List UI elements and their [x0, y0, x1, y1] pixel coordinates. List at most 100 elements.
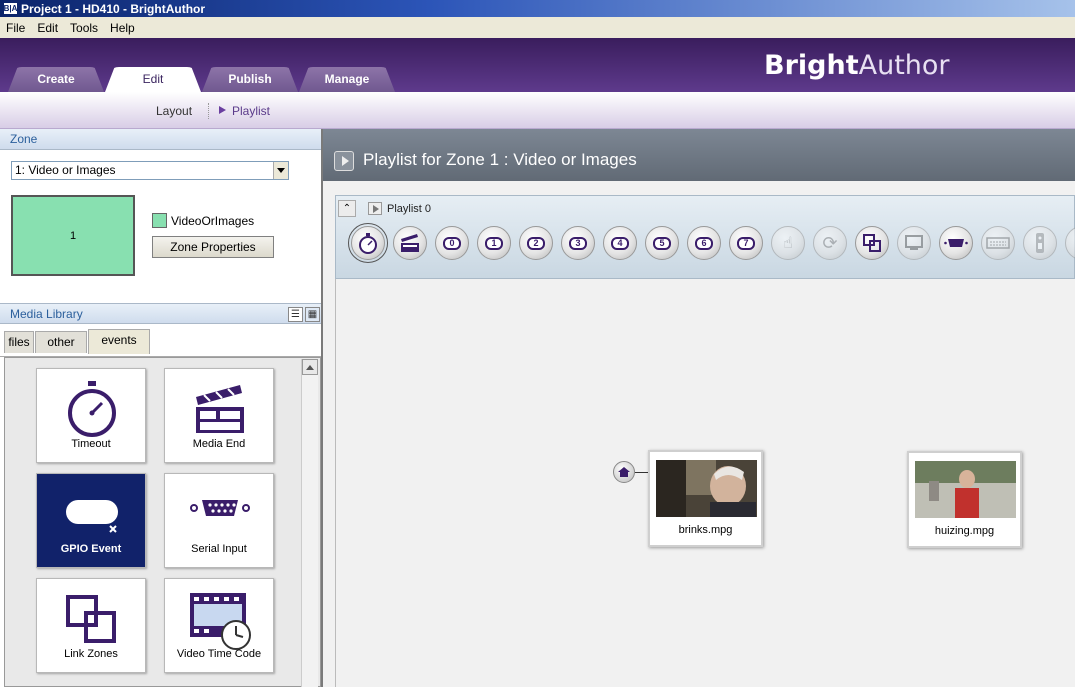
play-arrow-icon: [219, 106, 226, 114]
zone-name-label: VideoOrImages: [171, 214, 255, 228]
stopwatch-icon: [359, 233, 377, 254]
gpio-1-button[interactable]: 1: [477, 226, 511, 260]
app-logo-icon: B|A: [3, 2, 18, 15]
gpio-pill-icon: 5: [653, 236, 671, 250]
link-zones-icon: [863, 234, 881, 252]
menu-tools[interactable]: Tools: [64, 21, 104, 35]
tile-label: Link Zones: [64, 648, 118, 660]
media-library-scrollbar[interactable]: [301, 359, 318, 687]
event-tile-gpio[interactable]: GPIO Event: [36, 473, 146, 568]
refresh-event-button[interactable]: ⟳: [813, 226, 847, 260]
gpio-4-button[interactable]: 4: [603, 226, 637, 260]
subnav-playlist[interactable]: Playlist: [232, 104, 270, 118]
left-panel: Zone 1: Video or Images 1 VideoOrImages …: [0, 129, 323, 687]
app-header: BrightAuthor Create Edit Publish Manage: [0, 38, 1075, 92]
tab-edit[interactable]: Edit: [105, 67, 201, 92]
tab-other[interactable]: other: [35, 331, 87, 353]
menu-edit[interactable]: Edit: [31, 21, 64, 35]
gpio-3-button[interactable]: 3: [561, 226, 595, 260]
link-zones-icon: [66, 595, 116, 643]
tile-label: GPIO Event: [60, 543, 122, 555]
brand-logo: BrightAuthor: [764, 50, 950, 81]
zone-select[interactable]: 1: Video or Images: [11, 161, 289, 180]
playlist-icon: [368, 202, 382, 215]
grid-view-icon[interactable]: ▦: [305, 307, 320, 322]
sub-navigation: Layout Playlist: [0, 92, 1075, 129]
serial-port-icon: [190, 500, 250, 516]
event-tile-media-end[interactable]: Media End: [164, 368, 274, 463]
tab-create[interactable]: Create: [8, 67, 104, 92]
house-glyph: [618, 467, 630, 477]
tab-files[interactable]: files: [4, 331, 34, 353]
gpio-2-button[interactable]: 2: [519, 226, 553, 260]
media-state-brinks[interactable]: brinks.mpg: [648, 450, 763, 547]
gpio-pill-icon: 4: [611, 236, 629, 250]
tile-label: Video Time Code: [176, 648, 262, 660]
remote-control-icon: [1036, 233, 1044, 253]
collapse-chevron-icon[interactable]: ⌃: [338, 200, 356, 217]
tab-manage[interactable]: Manage: [299, 67, 395, 92]
gpio-7-button[interactable]: 7: [729, 226, 763, 260]
link-zones-event-button[interactable]: [855, 226, 889, 260]
more-events-button[interactable]: [1065, 226, 1075, 260]
media-label: brinks.mpg: [678, 524, 733, 536]
menu-help[interactable]: Help: [104, 21, 141, 35]
chevron-down-icon[interactable]: [273, 162, 288, 179]
gpio-6-button[interactable]: 6: [687, 226, 721, 260]
media-library-header: Media Library: [0, 303, 321, 324]
gpio-5-button[interactable]: 5: [645, 226, 679, 260]
subnav-divider: [208, 103, 209, 119]
keyboard-icon: [986, 237, 1010, 249]
event-tile-serial-input[interactable]: Serial Input: [164, 473, 274, 568]
window-titlebar: B|A Project 1 - HD410 - BrightAuthor: [0, 0, 1075, 17]
older-man-video-thumbnail: [656, 460, 757, 517]
serial-event-button[interactable]: [939, 226, 973, 260]
event-tile-link-zones[interactable]: Link Zones: [36, 578, 146, 673]
tile-label: Media End: [192, 438, 246, 450]
subnav-layout[interactable]: Layout: [156, 104, 192, 118]
tab-publish[interactable]: Publish: [202, 67, 298, 92]
touch-event-button[interactable]: ☝: [771, 226, 805, 260]
video-timecode-icon: [190, 593, 251, 650]
man-street-video-thumbnail: [915, 461, 1016, 518]
window-title: Project 1 - HD410 - BrightAuthor: [21, 1, 206, 16]
playlist-panel: Playlist for Zone 1 : Video or Images ⌃ …: [323, 129, 1075, 687]
clapperboard-icon: [401, 234, 419, 252]
menu-file[interactable]: File: [0, 21, 31, 35]
media-label: huizing.mpg: [934, 525, 995, 537]
media-end-event-button[interactable]: [393, 226, 427, 260]
media-library-tabs: files other events: [0, 327, 321, 357]
gpio-pill-icon: 6: [695, 236, 713, 250]
touch-hand-icon: ☝: [783, 235, 793, 252]
remote-event-button[interactable]: [1023, 226, 1057, 260]
event-toolbar: ⌃ Playlist 0 0 1 2 3 4 5 6 7 ☝ ⟳: [335, 195, 1075, 279]
playlist-header: Playlist for Zone 1 : Video or Images: [323, 129, 1075, 181]
tile-label: Serial Input: [191, 543, 247, 555]
event-tile-video-time-code[interactable]: Video Time Code: [164, 578, 274, 673]
monitor-icon: [905, 235, 923, 250]
gpio-pill-icon: 3: [569, 236, 587, 250]
playlist-name: Playlist 0: [387, 203, 432, 215]
media-state-huizing[interactable]: huizing.mpg: [907, 451, 1022, 548]
monitor-event-button[interactable]: [897, 226, 931, 260]
zone-preview[interactable]: 1: [11, 195, 135, 276]
gpio-button-icon: [66, 500, 118, 533]
timeout-event-button[interactable]: [348, 223, 388, 263]
home-icon[interactable]: [613, 461, 635, 483]
gpio-0-button[interactable]: 0: [435, 226, 469, 260]
menu-bar: File Edit Tools Help: [0, 17, 1075, 38]
list-view-icon[interactable]: ☰: [288, 307, 303, 322]
clapperboard-icon: [196, 385, 244, 433]
connector-line: [635, 472, 648, 473]
media-library-grid: Timeout Media End GPIO Event Serial Inpu…: [4, 357, 321, 687]
gpio-pill-icon: 7: [737, 236, 755, 250]
zone-color-swatch: [152, 213, 167, 228]
keyboard-event-button[interactable]: [981, 226, 1015, 260]
play-icon[interactable]: [334, 151, 354, 171]
zone-select-value: 1: Video or Images: [15, 163, 116, 177]
event-tile-timeout[interactable]: Timeout: [36, 368, 146, 463]
scroll-up-icon[interactable]: [302, 359, 318, 375]
zone-properties-button[interactable]: Zone Properties: [152, 236, 274, 258]
refresh-icon: ⟳: [822, 232, 838, 253]
tab-events[interactable]: events: [88, 329, 150, 354]
